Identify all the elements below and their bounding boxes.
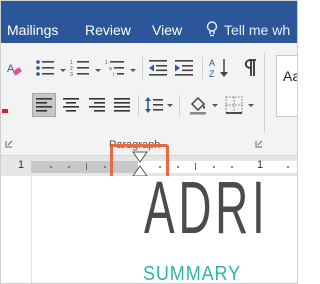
svg-text:Z: Z [209,69,215,79]
borders-icon [225,96,243,114]
styles-gallery[interactable]: Aa [276,55,297,117]
eraser-icon: A [7,63,22,76]
show-hide-marks-button[interactable] [241,57,259,79]
align-center-icon [63,98,79,112]
align-right-icon [89,98,105,112]
ribbon-separator [202,57,203,79]
ribbon-separator [142,57,143,79]
tab-mailings[interactable]: Mailings [7,21,58,39]
bullets-button[interactable] [34,57,56,79]
decrease-indent-button[interactable] [147,57,169,79]
line-spacing-dropdown-arrow[interactable] [167,104,173,107]
ribbon-separator [179,95,180,117]
align-left-button[interactable] [32,93,56,117]
ruler-tick [50,166,52,168]
decrease-indent-icon [149,60,167,76]
svg-text:a: a [109,66,112,72]
numbering-dropdown-arrow[interactable] [95,69,101,72]
pilcrow-icon [244,59,256,76]
svg-text:3: 3 [70,72,73,77]
bullets-icon [36,60,54,76]
line-spacing-icon [145,97,163,113]
increase-indent-button[interactable] [173,57,195,79]
styles-gallery-preview: Aa [283,68,297,84]
shading-dropdown-arrow[interactable] [212,104,218,107]
ribbon-tab-bar: Mailings Review View Tell me wh [1,1,297,43]
multilevel-list-icon: 1 a i [105,60,124,77]
ruler-number: 1 [18,159,25,171]
align-left-icon [36,98,52,112]
sort-button[interactable]: A Z [208,56,230,80]
svg-text:1: 1 [105,60,108,66]
word-window: Mailings Review View Tell me wh A 1 2 3 … [0,0,298,284]
document-subtitle: SUMMARY [143,263,241,284]
borders-button[interactable] [223,93,245,117]
lightbulb-icon [206,21,218,37]
numbering-icon: 1 2 3 [70,60,89,77]
ruler-tick [68,166,70,168]
sort-icon: A Z [209,58,228,79]
paragraph-dialog-launcher-icon[interactable] [255,140,263,148]
ribbon-separator [138,95,139,117]
line-spacing-button[interactable] [143,93,165,117]
paint-bucket-icon [190,96,206,115]
tab-view[interactable]: View [152,21,182,39]
tab-review[interactable]: Review [85,21,131,39]
svg-text:A: A [209,58,215,68]
svg-text:i: i [113,72,114,77]
justify-button[interactable] [110,93,134,117]
tell-me-search[interactable]: Tell me wh [206,21,290,39]
numbering-button[interactable]: 1 2 3 [69,57,91,79]
ribbon-home: A 1 2 3 1 a i A Z A Paragraph [1,43,297,156]
ruler-tick [86,163,87,170]
ruler-tick [104,166,106,168]
align-right-button[interactable] [85,93,109,117]
clear-formatting-button[interactable]: A [5,59,23,79]
tell-me-label: Tell me wh [224,22,291,38]
increase-indent-icon [175,60,193,76]
justify-icon [114,98,130,112]
ribbon-group-separator [264,53,265,133]
center-button[interactable] [59,93,83,117]
bullets-dropdown-arrow[interactable] [60,69,66,72]
multilevel-list-button[interactable]: 1 a i [104,57,126,79]
font-color-bar-icon [2,109,8,113]
font-color-button[interactable] [1,95,13,119]
multilevel-dropdown-arrow[interactable] [130,69,136,72]
borders-dropdown-arrow[interactable] [248,104,254,107]
document-title: ADRI [144,166,269,249]
ruler-tick [287,166,289,168]
font-dialog-launcher-icon[interactable] [5,140,13,148]
shading-button[interactable] [187,93,209,117]
